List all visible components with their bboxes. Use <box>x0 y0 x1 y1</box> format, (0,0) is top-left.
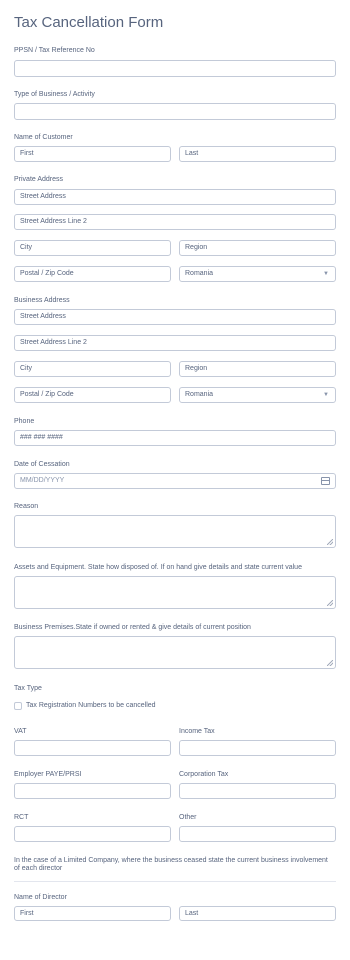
vat-label: VAT <box>14 728 27 735</box>
business-region-input[interactable]: Region <box>179 361 336 377</box>
form-title: Tax Cancellation Form <box>14 14 164 31</box>
director-name-label: Name of Director <box>14 894 67 901</box>
cessation-date-input[interactable]: MM/DD/YYYY <box>14 473 336 489</box>
chevron-down-icon: ▼ <box>323 271 329 277</box>
tax-type-label: Tax Type <box>14 685 42 692</box>
business-postal-input[interactable]: Postal / Zip Code <box>14 387 171 403</box>
premises-label: Business Premises.State if owned or rent… <box>14 624 251 631</box>
limited-company-note: In the case of a Limited Company, where … <box>14 857 328 872</box>
income-tax-label: Income Tax <box>179 728 215 735</box>
rct-label: RCT <box>14 814 29 821</box>
corporation-tax-input[interactable] <box>179 783 336 799</box>
assets-label: Assets and Equipment. State how disposed… <box>14 564 302 571</box>
private-street1-input[interactable]: Street Address <box>14 189 336 205</box>
vat-input[interactable] <box>14 740 171 756</box>
director-first-name-input[interactable]: First <box>14 906 171 921</box>
business-type-label: Type of Business / Activity <box>14 91 95 98</box>
section-divider <box>14 881 336 882</box>
phone-label: Phone <box>14 418 35 425</box>
director-last-name-input[interactable]: Last <box>179 906 336 921</box>
tax-registration-checkbox[interactable] <box>14 702 22 710</box>
business-country-select[interactable]: Romania ▼ <box>179 387 336 403</box>
resize-grip-icon[interactable] <box>327 600 333 606</box>
other-label: Other <box>179 814 197 821</box>
income-tax-input[interactable] <box>179 740 336 756</box>
business-country-value: Romania <box>185 391 214 398</box>
ppsn-label: PPSN / Tax Reference No <box>14 47 95 54</box>
business-street1-input[interactable]: Street Address <box>14 309 336 325</box>
resize-grip-icon[interactable] <box>327 660 333 666</box>
phone-input[interactable]: ### ### #### <box>14 430 336 446</box>
business-type-input[interactable] <box>14 103 336 120</box>
reason-label: Reason <box>14 503 39 510</box>
business-city-input[interactable]: City <box>14 361 171 377</box>
ppsn-input[interactable] <box>14 60 336 77</box>
tax-registration-checkbox-label: Tax Registration Numbers to be cancelled <box>26 702 156 709</box>
business-address-label: Business Address <box>14 297 70 304</box>
private-postal-input[interactable]: Postal / Zip Code <box>14 266 171 282</box>
private-country-value: Romania <box>185 270 214 277</box>
private-city-input[interactable]: City <box>14 240 171 256</box>
calendar-icon[interactable] <box>321 477 330 485</box>
business-street2-input[interactable]: Street Address Line 2 <box>14 335 336 351</box>
assets-textarea[interactable] <box>14 576 336 609</box>
rct-input[interactable] <box>14 826 171 842</box>
private-street2-input[interactable]: Street Address Line 2 <box>14 214 336 230</box>
employer-label: Employer PAYE/PRSI <box>14 771 82 778</box>
corporation-tax-label: Corporation Tax <box>179 771 229 778</box>
chevron-down-icon: ▼ <box>323 392 329 398</box>
private-country-select[interactable]: Romania ▼ <box>179 266 336 282</box>
resize-grip-icon[interactable] <box>327 539 333 545</box>
cessation-date-label: Date of Cessation <box>14 461 70 468</box>
reason-textarea[interactable] <box>14 515 336 548</box>
customer-first-name-input[interactable]: First <box>14 146 171 162</box>
customer-last-name-input[interactable]: Last <box>179 146 336 162</box>
private-address-label: Private Address <box>14 176 64 183</box>
customer-name-label: Name of Customer <box>14 134 73 141</box>
other-input[interactable] <box>179 826 336 842</box>
private-region-input[interactable]: Region <box>179 240 336 256</box>
employer-input[interactable] <box>14 783 171 799</box>
cessation-date-placeholder: MM/DD/YYYY <box>20 477 65 484</box>
premises-textarea[interactable] <box>14 636 336 669</box>
